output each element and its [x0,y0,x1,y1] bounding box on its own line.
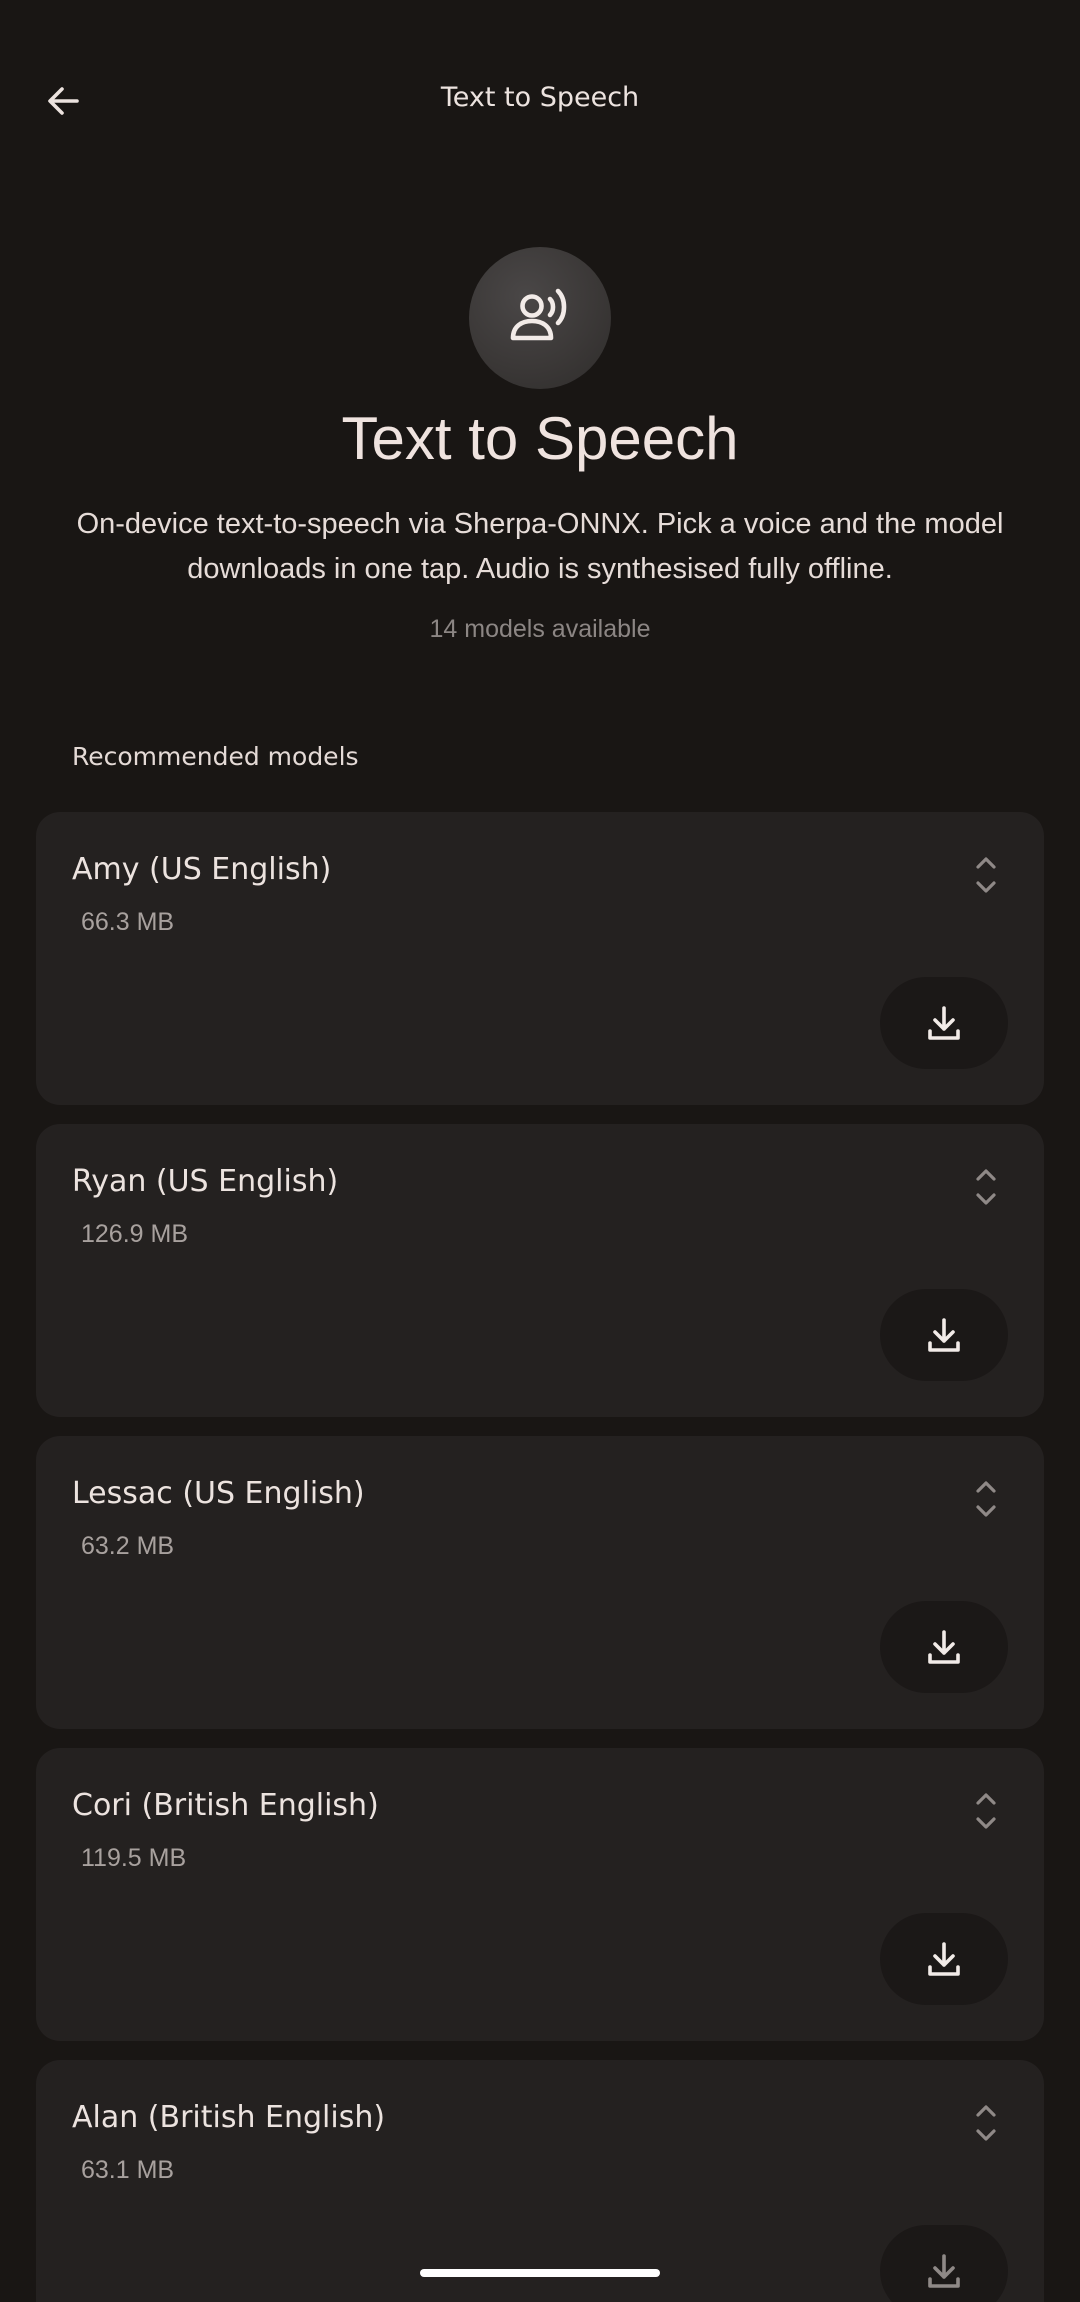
model-size: 126.9 MB [81,1220,189,1248]
model-card[interactable]: Cori (British English) 119.5 MB [36,1748,1044,2041]
unfold-icon [976,1481,996,1517]
download-button[interactable] [880,1913,1008,2005]
model-size: 66.3 MB [81,908,175,936]
model-count: 14 models available [429,615,651,643]
expand-button[interactable] [968,2096,1004,2150]
model-size: 63.1 MB [81,2156,175,2184]
expand-button[interactable] [968,1784,1004,1838]
text-to-speech-screen: Text to Speech Text to Speech On-device … [0,0,1080,2302]
download-button[interactable] [880,2225,1008,2302]
download-icon [928,2254,960,2288]
unfold-icon [976,857,996,893]
home-indicator[interactable] [420,2269,660,2277]
download-icon [928,1318,960,1352]
hero-description: On-device text-to-speech via Sherpa-ONNX… [76,508,1004,585]
section-heading: Recommended models [72,742,359,771]
download-button[interactable] [880,977,1008,1069]
unfold-icon [976,1169,996,1205]
download-button[interactable] [880,1601,1008,1693]
expand-button[interactable] [968,1160,1004,1214]
model-list: Amy (US English) 66.3 MB Ryan (US Englis… [36,812,1044,2302]
model-card[interactable]: Ryan (US English) 126.9 MB [36,1124,1044,1417]
download-icon [928,1006,960,1040]
model-size: 63.2 MB [81,1532,175,1560]
model-name: Cori (British English) [72,1788,379,1823]
model-name: Amy (US English) [72,852,332,887]
expand-button[interactable] [968,1472,1004,1526]
unfold-icon [976,2105,996,2141]
top-app-bar: Text to Speech [0,0,1080,210]
model-card[interactable]: Alan (British English) 63.1 MB [36,2060,1044,2302]
model-card[interactable]: Lessac (US English) 63.2 MB [36,1436,1044,1729]
model-card[interactable]: Amy (US English) 66.3 MB [36,812,1044,1105]
download-button[interactable] [880,1289,1008,1381]
model-name: Ryan (US English) [72,1164,339,1199]
model-name: Lessac (US English) [72,1476,365,1511]
download-icon [928,1942,960,1976]
model-size: 119.5 MB [81,1844,187,1872]
page-title: Text to Speech [440,82,640,113]
unfold-icon [976,1793,996,1829]
model-name: Alan (British English) [72,2100,386,2135]
voice-speaker-icon [510,288,567,341]
hero-title: Text to Speech [341,405,739,472]
download-icon [928,1630,960,1664]
expand-button[interactable] [968,848,1004,902]
hero-avatar [469,247,611,389]
